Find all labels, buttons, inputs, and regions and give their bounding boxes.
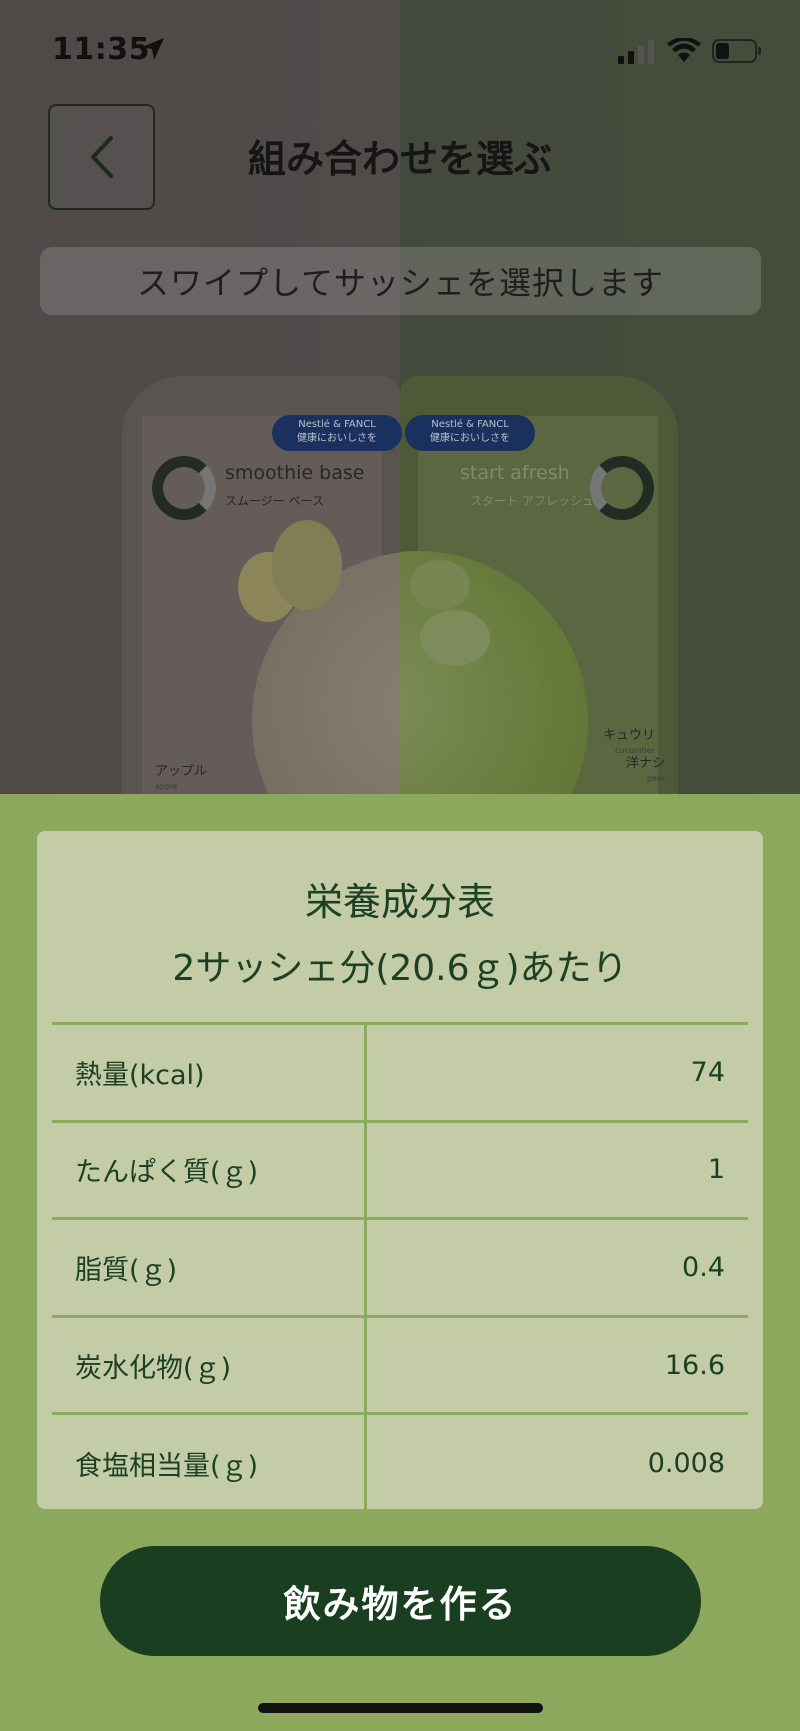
table-row: 炭水化物(ｇ) 16.6 bbox=[52, 1316, 748, 1414]
product-logo-icon bbox=[590, 456, 654, 520]
table-row: 脂質(ｇ) 0.4 bbox=[52, 1218, 748, 1317]
nutrient-value: 16.6 bbox=[664, 1349, 725, 1381]
pear-image bbox=[272, 520, 342, 610]
product-name-ja: スタート アフレッシュ bbox=[470, 494, 594, 508]
signal-icon bbox=[618, 40, 654, 64]
location-arrow-icon bbox=[142, 38, 164, 60]
nutrient-label: 炭水化物(ｇ) bbox=[52, 1316, 367, 1414]
product-name-en: smoothie base bbox=[225, 462, 365, 484]
table-row: 食塩相当量(ｇ) 0.008 bbox=[52, 1413, 748, 1512]
flavor-label: キュウリ cucumber bbox=[603, 728, 656, 755]
nutrient-value: 0.008 bbox=[647, 1447, 725, 1479]
brand-logo: Nestlé & FANCL 健康においしさを bbox=[405, 415, 535, 451]
product-logo-icon bbox=[152, 456, 216, 520]
page-title: 組み合わせを選ぶ bbox=[247, 137, 552, 181]
flavor-label: 洋ナシ pear bbox=[626, 756, 666, 783]
cucumber-slice-image bbox=[410, 560, 470, 610]
nutrient-value: 0.4 bbox=[682, 1251, 725, 1283]
make-drink-button[interactable]: 飲み物を作る bbox=[100, 1546, 701, 1656]
nutrient-label: 脂質(ｇ) bbox=[52, 1218, 367, 1317]
product-name-ja: スムージー ベース bbox=[225, 494, 324, 508]
cucumber-slice-image bbox=[420, 610, 490, 666]
nutrition-subtitle: 2サッシェ分(20.6ｇ)あたり bbox=[172, 948, 628, 989]
nutrient-label: 食塩相当量(ｇ) bbox=[52, 1413, 367, 1512]
table-row: たんぱく質(ｇ) 1 bbox=[52, 1121, 748, 1219]
sachet-carousel[interactable]: Nestlé & FANCL 健康においしさを Nestlé & FANCL 健… bbox=[0, 0, 800, 794]
home-indicator[interactable] bbox=[258, 1703, 543, 1713]
nutrition-title: 栄養成分表 bbox=[304, 880, 495, 924]
nutrient-label: たんぱく質(ｇ) bbox=[52, 1121, 367, 1219]
nutrition-facts-card: 栄養成分表 2サッシェ分(20.6ｇ)あたり 熱量(kcal) 74 たんぱく質… bbox=[37, 831, 763, 1512]
brand-logo: Nestlé & FANCL 健康においしさを bbox=[272, 415, 402, 451]
status-time: 11:35 bbox=[52, 32, 150, 67]
wifi-icon bbox=[667, 38, 701, 62]
nutrition-table: 熱量(kcal) 74 たんぱく質(ｇ) 1 脂質(ｇ) 0.4 炭水化物(ｇ)… bbox=[52, 1022, 748, 1512]
back-button[interactable] bbox=[48, 104, 155, 210]
product-name-en: start afresh bbox=[460, 462, 570, 484]
nutrient-label: 熱量(kcal) bbox=[52, 1023, 367, 1122]
nutrient-value: 74 bbox=[690, 1056, 725, 1088]
chevron-left-icon bbox=[90, 136, 113, 178]
nutrient-value: 1 bbox=[707, 1154, 725, 1186]
flavor-label: アップル apple bbox=[155, 764, 208, 791]
swipe-hint: スワイプしてサッシェを選択します bbox=[40, 247, 761, 315]
battery-icon bbox=[712, 39, 761, 63]
table-row: 熱量(kcal) 74 bbox=[52, 1023, 748, 1122]
status-bar: 11:35 bbox=[0, 0, 800, 100]
